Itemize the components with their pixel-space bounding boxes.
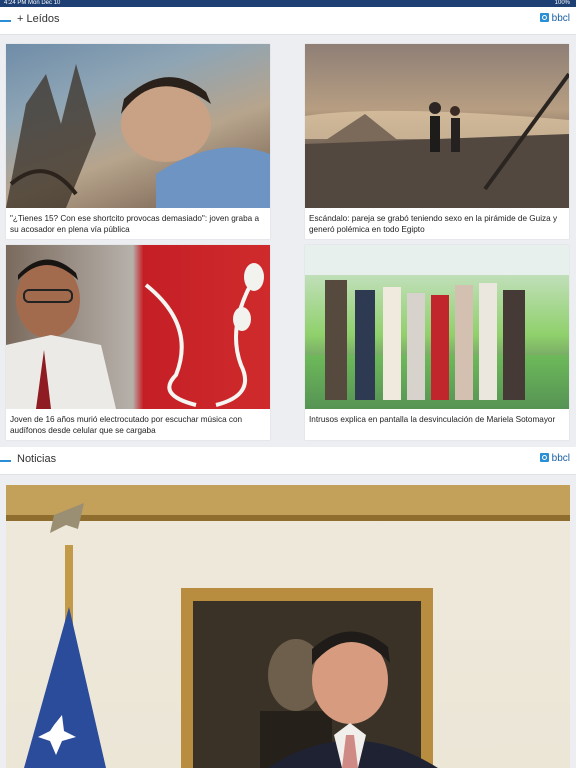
article-caption[interactable]: Joven de 16 años murió electrocutado por…: [6, 409, 270, 440]
brand-label: bbcl: [551, 13, 570, 24]
bbcl-logo-icon: [539, 13, 549, 22]
article-card[interactable]: Intrusos explica en pantalla la desvincu…: [305, 245, 569, 440]
article-card[interactable]: Joven de 16 años murió electrocutado por…: [6, 245, 270, 440]
press-conference-photo: [6, 485, 570, 768]
article-image[interactable]: [305, 44, 569, 208]
bbcl-logo-icon: [539, 453, 549, 462]
selfie-photo: [6, 64, 270, 208]
article-card[interactable]: "¿Tienes 15? Con ese shortcito provocas …: [6, 44, 270, 239]
article-caption[interactable]: Intrusos explica en pantalla la desvincu…: [305, 409, 569, 440]
article-caption[interactable]: Escándalo: pareja se grabó teniendo sexo…: [305, 208, 569, 239]
section-accent-bar: [0, 20, 11, 22]
brand-link[interactable]: bbcl: [539, 453, 570, 464]
section-accent-bar: [0, 460, 11, 462]
article-caption[interactable]: "¿Tienes 15? Con ese shortcito provocas …: [6, 208, 270, 239]
article-image[interactable]: [305, 245, 569, 409]
section-header-noticias: Noticias bbcl: [0, 447, 576, 475]
tv-set-photo: [305, 245, 569, 409]
article-image[interactable]: [6, 245, 270, 409]
section-title: Noticias: [17, 453, 57, 465]
brand-link[interactable]: bbcl: [539, 13, 570, 24]
earphones-photo: [6, 259, 264, 409]
section-header-leidos: + Leídos bbcl: [0, 7, 576, 35]
news-image[interactable]: [6, 485, 570, 768]
section-title: + Leídos: [17, 13, 60, 25]
battery-indicator: 100%: [554, 0, 570, 6]
article-card[interactable]: Escándalo: pareja se grabó teniendo sexo…: [305, 44, 569, 239]
status-bar: 4:24 PM Mon Dec 10 100%: [0, 0, 576, 7]
brand-label: bbcl: [551, 453, 570, 464]
pyramid-photo: [305, 72, 569, 208]
article-image[interactable]: [6, 44, 270, 208]
status-time: 4:24 PM Mon Dec 10: [4, 0, 61, 6]
